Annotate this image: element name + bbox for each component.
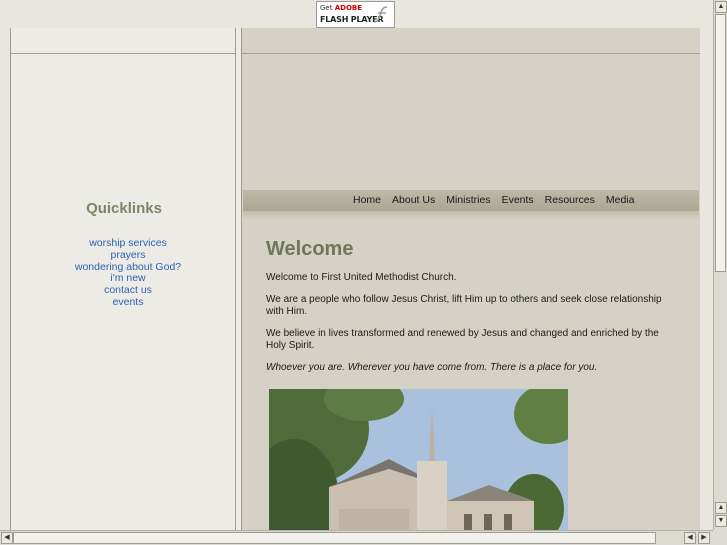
quicklinks-heading: Quicklinks <box>86 200 162 217</box>
nav-about-us[interactable]: About Us <box>392 190 435 211</box>
quicklink-events[interactable]: events <box>10 296 246 309</box>
nav-resources[interactable]: Resources <box>545 190 595 211</box>
quicklinks-list: worship services prayers wondering about… <box>10 237 246 309</box>
nav-events[interactable]: Events <box>502 190 534 211</box>
scroll-left-arrow-icon[interactable]: ◀ <box>684 532 696 544</box>
horizontal-scroll-thumb[interactable] <box>13 532 656 544</box>
scroll-up-arrow-icon[interactable]: ▲ <box>715 502 727 514</box>
nav-home[interactable]: Home <box>353 190 381 211</box>
horizontal-scrollbar[interactable]: ◀ ◀ ▶ <box>0 530 713 545</box>
divider <box>242 53 700 54</box>
scroll-down-arrow-icon[interactable]: ▼ <box>715 515 727 527</box>
vertical-scrollbar[interactable]: ▲ ▲ ▼ <box>713 0 727 530</box>
page-title: Welcome <box>266 238 354 260</box>
belief-paragraph: We believe in lives transformed and rene… <box>266 328 659 351</box>
flash-get-text: Get <box>320 4 333 12</box>
welcome-content: Welcome Welcome to First United Methodis… <box>266 238 664 384</box>
invitation-paragraph: Whoever you are. Wherever you have come … <box>266 362 598 373</box>
main-column: Home About Us Ministries Events Resource… <box>242 28 700 545</box>
main-nav: Home About Us Ministries Events Resource… <box>353 190 645 211</box>
vertical-scroll-thumb[interactable] <box>715 14 726 272</box>
flash-logo-icon <box>373 6 388 23</box>
nav-bar-shadow <box>243 211 699 220</box>
get-flash-player-badge[interactable]: Get ADOBE FLASH PLAYER <box>316 1 395 28</box>
scrollbar-corner <box>713 530 727 545</box>
nav-ministries[interactable]: Ministries <box>446 190 490 211</box>
quicklink-prayers[interactable]: prayers <box>10 249 246 262</box>
nav-bar: Home About Us Ministries Events Resource… <box>243 190 699 211</box>
scroll-left-arrow-icon[interactable]: ◀ <box>1 532 13 544</box>
divider <box>11 53 235 54</box>
nav-media[interactable]: Media <box>606 190 635 211</box>
belief-paragraph: We are a people who follow Jesus Christ,… <box>266 294 662 317</box>
scroll-right-arrow-icon[interactable]: ▶ <box>698 532 710 544</box>
scroll-up-arrow-icon[interactable]: ▲ <box>715 1 727 13</box>
church-photo <box>269 389 568 545</box>
adobe-text: ADOBE <box>334 4 363 12</box>
welcome-paragraph: Welcome to First United Methodist Church… <box>266 272 457 283</box>
page-frame: Quicklinks worship services prayers wond… <box>10 28 700 545</box>
